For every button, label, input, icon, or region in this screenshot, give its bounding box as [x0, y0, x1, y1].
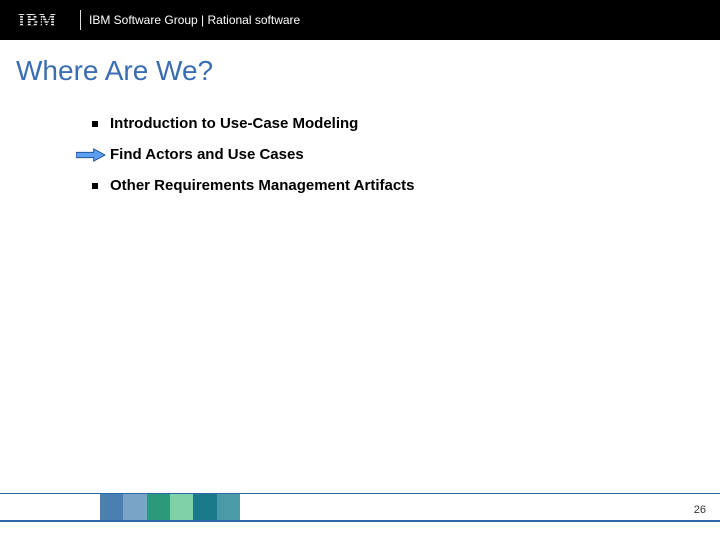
- bullet-text: Find Actors and Use Cases: [110, 146, 304, 163]
- bullet-text: Other Requirements Management Artifacts: [110, 177, 415, 194]
- footer-line: [0, 520, 720, 522]
- bullet-list: Introduction to Use-Case Modeling Find A…: [80, 115, 640, 208]
- bullet-square-icon: [80, 121, 110, 127]
- bullet-text: Introduction to Use-Case Modeling: [110, 115, 358, 132]
- footer: 26: [0, 494, 720, 522]
- slide-title: Where Are We?: [16, 55, 213, 87]
- header-text: IBM Software Group | Rational software: [89, 13, 300, 27]
- footer-decoration: [100, 494, 240, 522]
- bullet-item: Introduction to Use-Case Modeling: [80, 115, 640, 132]
- svg-text:IBM: IBM: [18, 11, 57, 29]
- header-divider: [80, 10, 81, 30]
- slide: IBM IBM Software Group | Rational softwa…: [0, 0, 720, 540]
- header-bar: IBM IBM Software Group | Rational softwa…: [0, 0, 720, 40]
- bullet-item: Other Requirements Management Artifacts: [80, 177, 640, 194]
- arrow-right-icon: [76, 147, 106, 163]
- ibm-logo: IBM: [18, 11, 62, 29]
- bullet-square-icon: [80, 183, 110, 189]
- bullet-item-current: Find Actors and Use Cases: [80, 146, 640, 163]
- page-number: 26: [694, 504, 706, 516]
